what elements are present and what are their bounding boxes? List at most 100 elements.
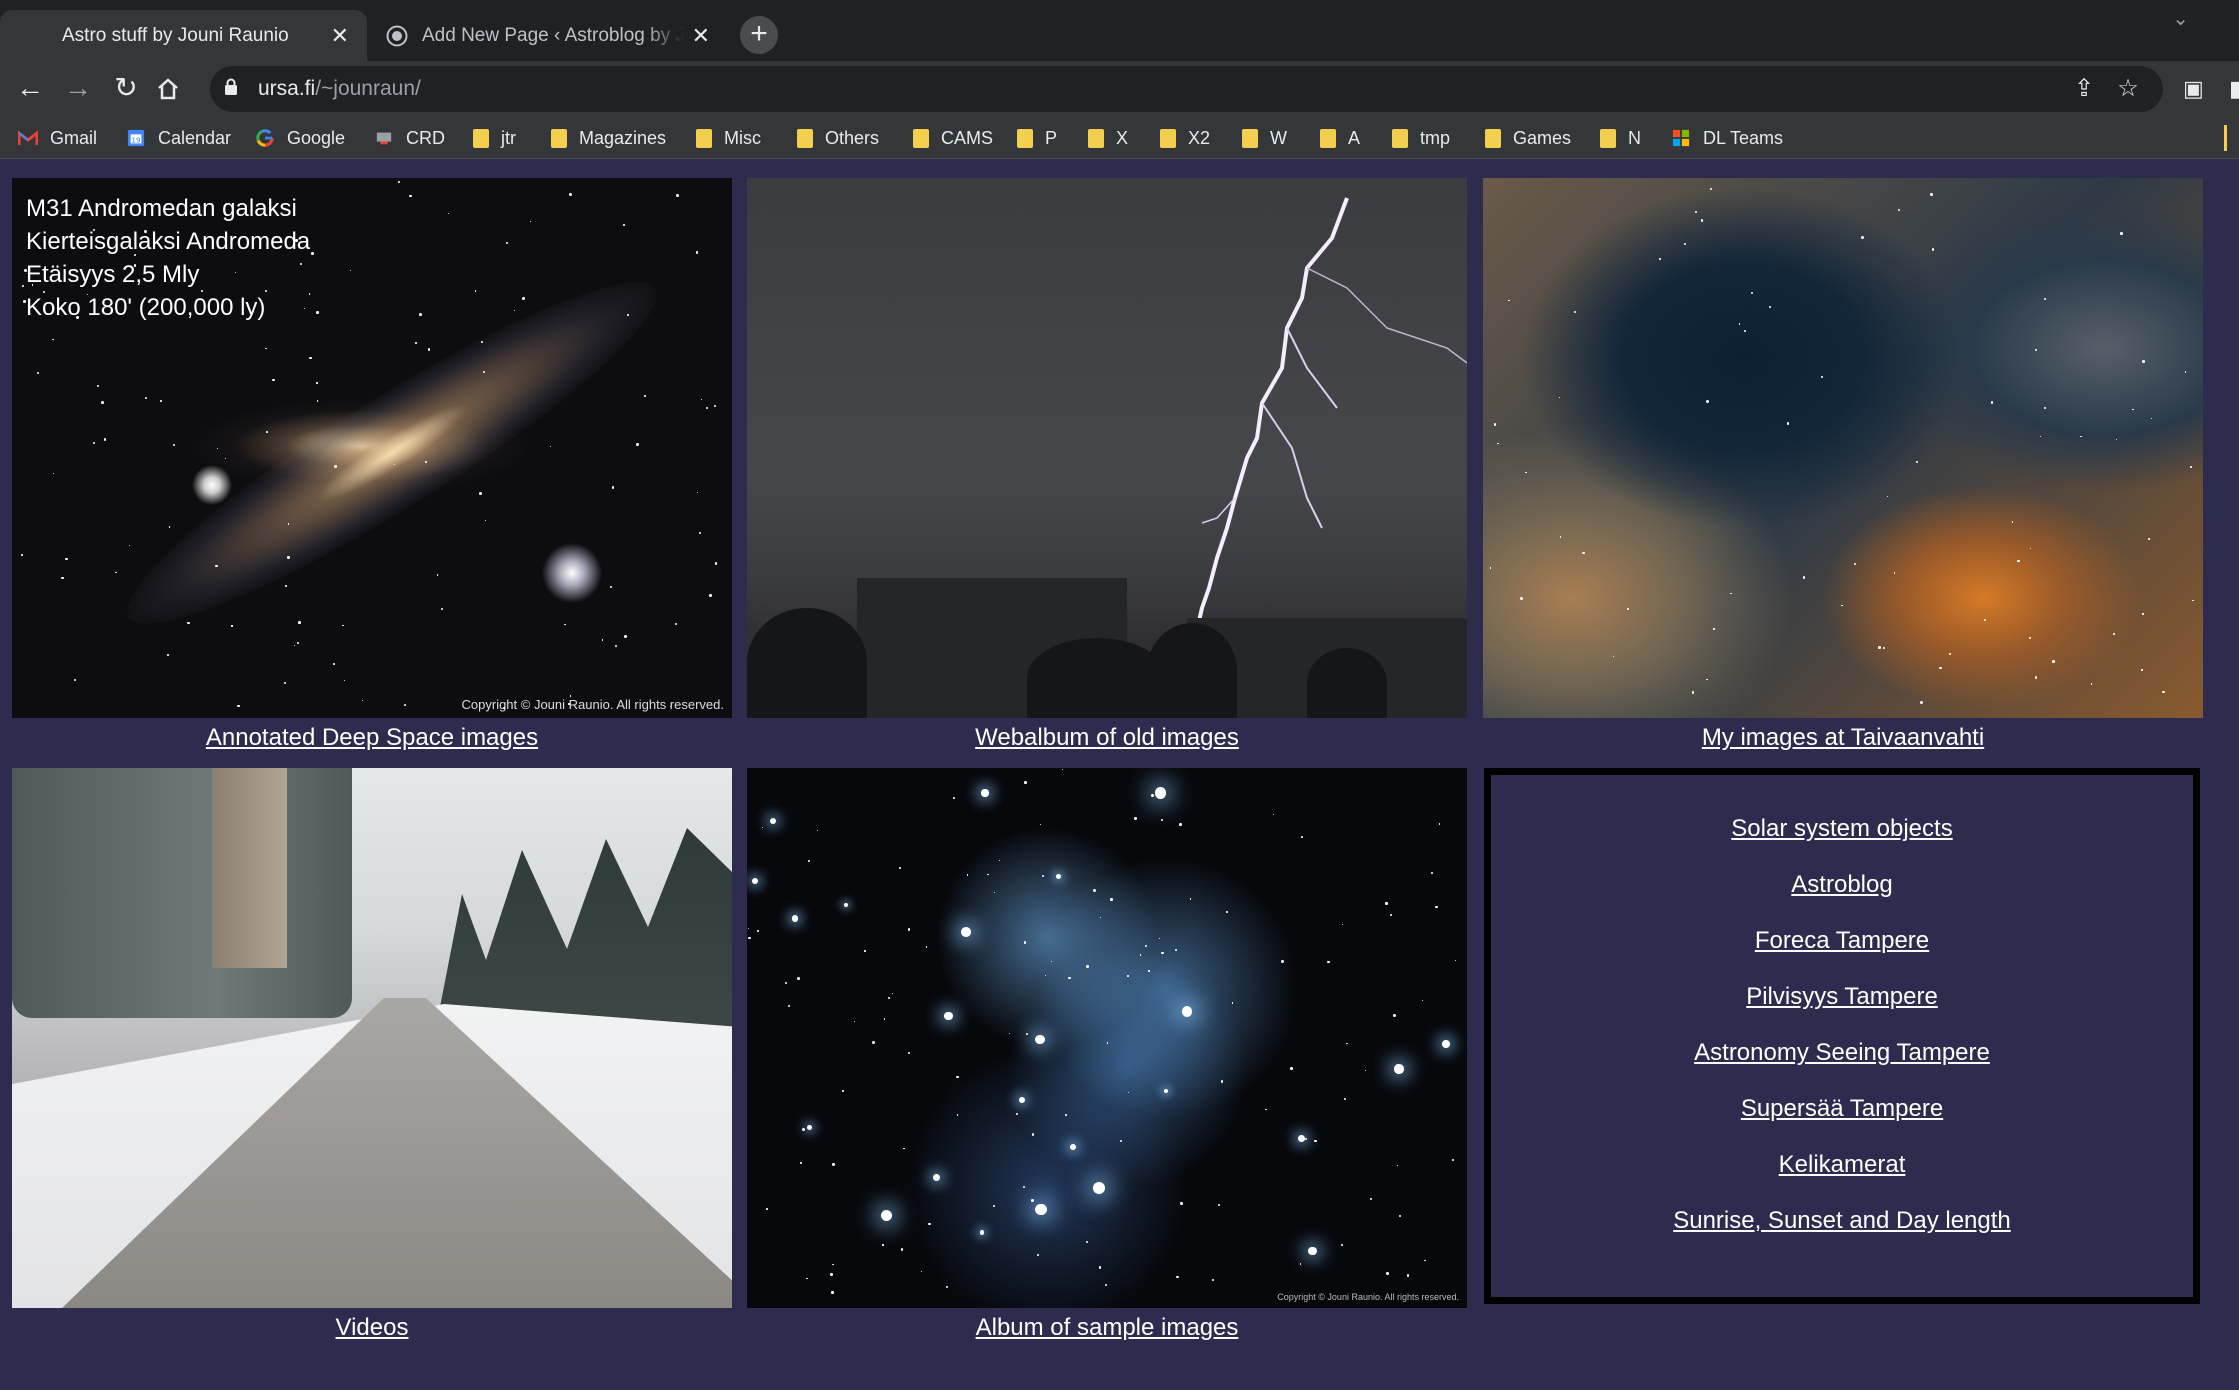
link-foreca-tampere[interactable]: Foreca Tampere [1491, 927, 2193, 955]
bookmark-games[interactable]: Games [1485, 124, 1571, 152]
bookmark-magazines[interactable]: Magazines [551, 124, 666, 152]
star [1281, 959, 1285, 963]
star [1211, 1279, 1214, 1282]
bookmark-jtr[interactable]: jtr [473, 124, 516, 152]
lightning-image[interactable] [747, 178, 1467, 718]
pleiades-image[interactable]: Copyright © Jouni Raunio. All rights res… [747, 768, 1467, 1308]
star [623, 634, 627, 638]
link-astronomy-seeing[interactable]: Astronomy Seeing Tampere [1491, 1039, 2193, 1067]
tab-add-new-page[interactable]: Add New Page ‹ Astroblog by Jouni Raunio… [370, 10, 728, 61]
bookmark-tmp[interactable]: tmp [1392, 124, 1450, 152]
star [675, 623, 678, 626]
link-annotated-deep-space[interactable]: Annotated Deep Space images [12, 724, 732, 752]
extension-icon[interactable]: ▣ [2183, 76, 2204, 102]
star [1713, 628, 1715, 630]
star [1018, 1096, 1025, 1103]
bookmark-google[interactable]: Google [255, 124, 345, 152]
crd-icon [376, 132, 392, 145]
star [342, 624, 344, 627]
star [61, 576, 64, 580]
star [1036, 1254, 1040, 1257]
star [1860, 235, 1864, 239]
bookmark-gmail[interactable]: Gmail [18, 124, 97, 152]
nebula-image[interactable] [1483, 178, 2203, 718]
link-solar-system-objects[interactable]: Solar system objects [1491, 815, 2193, 843]
star [97, 384, 100, 388]
bookmark-misc[interactable]: Misc [696, 124, 761, 152]
star [643, 394, 646, 397]
star [699, 531, 701, 534]
star [808, 860, 811, 863]
star [2192, 599, 2195, 602]
star [747, 927, 750, 930]
star [1507, 299, 1510, 302]
star [952, 797, 955, 799]
star [1739, 323, 1741, 325]
bookmark-crd[interactable]: CRD [374, 124, 445, 152]
star [1705, 400, 1709, 404]
bookmark-cams[interactable]: CAMS [913, 124, 993, 152]
folder-icon [1320, 128, 1336, 148]
bookmark-calendar[interactable]: 19 Calendar [126, 124, 231, 152]
star [419, 313, 422, 317]
star [944, 1011, 953, 1021]
star [907, 1051, 911, 1055]
link-videos[interactable]: Videos [12, 1314, 732, 1342]
star [1494, 423, 1497, 426]
star-icon[interactable]: ☆ [2113, 74, 2143, 104]
star [816, 830, 819, 832]
star [1289, 1067, 1293, 1070]
reload-icon[interactable]: ↻ [108, 71, 144, 107]
star [1151, 794, 1155, 798]
star [1786, 422, 1789, 425]
star [409, 194, 412, 198]
star [1070, 1143, 1077, 1150]
new-tab-button[interactable]: + [740, 16, 778, 54]
star [1026, 1032, 1028, 1035]
star [1040, 824, 1042, 826]
star [316, 382, 318, 384]
star [564, 623, 567, 626]
bookmark-n[interactable]: N [1600, 124, 1641, 152]
link-supersaa-tampere[interactable]: Supersää Tampere [1491, 1095, 2193, 1123]
address-bar[interactable]: ursa.fi/~jounraun/ ⇪ ☆ [210, 66, 2163, 112]
link-astroblog[interactable]: Astroblog [1491, 871, 2193, 899]
folder-icon [551, 128, 567, 148]
star [1582, 551, 1585, 555]
home-icon[interactable] [156, 77, 180, 101]
andromeda-image[interactable]: M31 Andromedan galaksi Kierteisgalaksi A… [12, 178, 732, 718]
star [832, 1263, 834, 1266]
close-tab-icon[interactable]: ✕ [331, 24, 349, 47]
link-pilvisyys-tampere[interactable]: Pilvisyys Tampere [1491, 983, 2193, 1011]
bookmark-dl-teams[interactable]: DL Teams [1671, 124, 1783, 152]
bookmark-x[interactable]: X [1088, 124, 1128, 152]
lock-icon[interactable] [224, 78, 238, 96]
star [522, 297, 526, 301]
folder-icon [696, 128, 712, 148]
star [1949, 653, 1952, 656]
link-taivaanvahti[interactable]: My images at Taivaanvahti [1483, 724, 2203, 752]
url-text[interactable]: ursa.fi/~jounraun/ [258, 77, 421, 101]
link-sunrise-sunset[interactable]: Sunrise, Sunset and Day length [1491, 1207, 2193, 1235]
star [172, 444, 175, 447]
tab-astro-stuff[interactable]: Astro stuff by Jouni Raunio ✕ [0, 10, 367, 61]
bookmark-x2[interactable]: X2 [1160, 124, 1210, 152]
more-bookmarks-icon[interactable] [2224, 125, 2227, 151]
bookmark-w[interactable]: W [1242, 124, 1287, 152]
share-icon[interactable]: ⇪ [2069, 74, 2099, 104]
forward-icon[interactable]: → [60, 71, 96, 107]
bookmark-p[interactable]: P [1017, 124, 1057, 152]
star [2120, 232, 2123, 236]
bookmark-others[interactable]: Others [797, 124, 879, 152]
link-album-sample-images[interactable]: Album of sample images [747, 1314, 1467, 1342]
link-kelikamerat[interactable]: Kelikamerat [1491, 1151, 2193, 1179]
back-icon[interactable]: ← [12, 71, 48, 107]
star [92, 442, 95, 445]
road-image[interactable] [12, 768, 732, 1308]
star [1174, 948, 1177, 951]
link-webalbum-old-images[interactable]: Webalbum of old images [747, 724, 1467, 752]
tab-search-icon[interactable]: ⌄ [2172, 6, 2189, 31]
puzzle-icon[interactable]: ◧ [2229, 76, 2239, 102]
bookmark-a[interactable]: A [1320, 124, 1360, 152]
close-tab-icon[interactable]: ✕ [692, 24, 710, 47]
